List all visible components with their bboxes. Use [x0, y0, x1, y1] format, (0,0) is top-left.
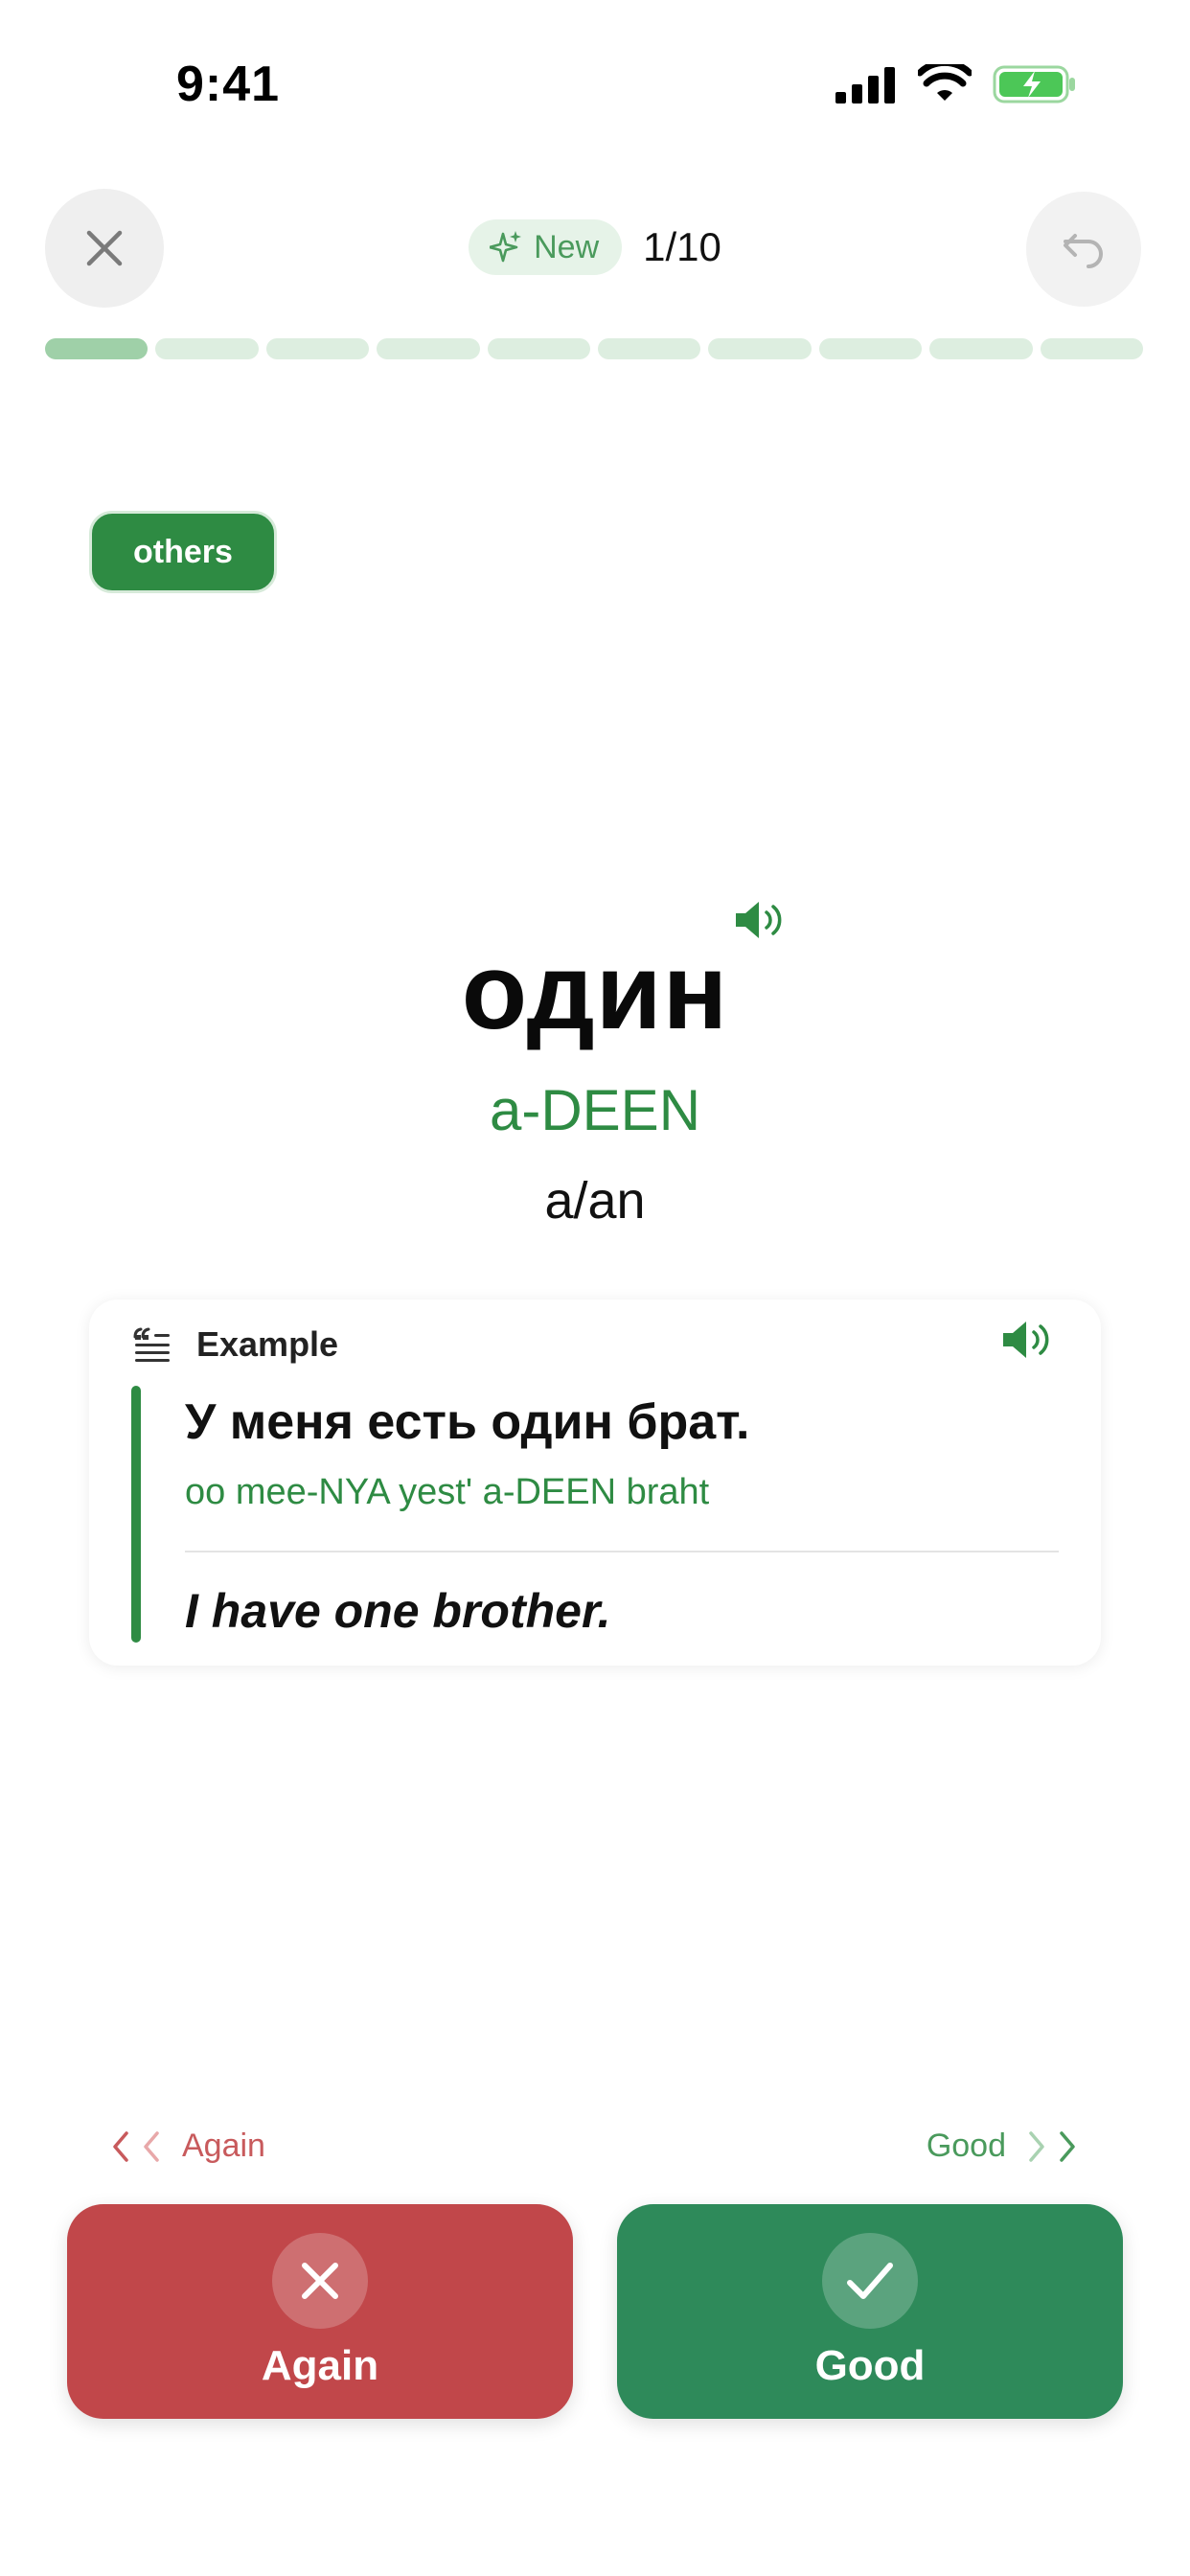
divider — [185, 1551, 1059, 1552]
x-icon — [302, 2263, 338, 2299]
undo-icon — [1064, 234, 1103, 268]
progress-segment — [265, 338, 370, 359]
double-chevron-left-icon — [113, 2130, 159, 2162]
swipe-right-label: Good — [926, 2128, 1006, 2164]
swipe-right-hint: Good — [927, 2128, 1081, 2165]
example-title: Example — [196, 1324, 339, 1364]
flashcard-screen: 9:41 New 1/10 others один a-DEEN a/an Ex… — [0, 0, 1190, 2576]
category-tag[interactable]: others — [89, 511, 277, 593]
progress-segment — [708, 338, 812, 359]
status-time: 9:41 — [176, 57, 281, 112]
sparkle-icon — [490, 231, 522, 263]
good-label: Good — [814, 2342, 926, 2389]
example-pronunciation: oo mee-NYA yest' a-DEEN braht — [185, 1472, 710, 1512]
quote-text-icon — [133, 1327, 170, 1362]
progress-segment — [487, 338, 591, 359]
checkmark-icon — [847, 2263, 893, 2299]
example-card: Example У меня есть один брат. oo mee-NY… — [89, 1300, 1101, 1666]
progress-segment — [1040, 338, 1144, 359]
card-pronunciation: a-DEEN — [489, 1078, 701, 1142]
example-audio-button[interactable] — [1001, 1319, 1055, 1366]
example-header: Example — [133, 1324, 338, 1365]
wifi-icon — [918, 64, 972, 101]
progress-segment — [929, 338, 1033, 359]
status-icons — [835, 63, 1077, 105]
example-sentence: У меня есть один брат. — [185, 1394, 750, 1450]
good-button[interactable]: Good — [617, 2204, 1123, 2419]
progress-segment — [598, 338, 701, 359]
card-word: один — [461, 932, 729, 1051]
status-bar: 9:41 — [0, 0, 1190, 172]
speaker-icon — [1003, 1322, 1049, 1358]
battery-charging-icon — [993, 65, 1075, 104]
progress-bar — [45, 338, 1144, 361]
progress-segment — [45, 338, 149, 359]
swipe-left-hint: Again — [107, 2128, 265, 2165]
undo-button[interactable] — [1026, 192, 1141, 307]
progress-segment — [377, 338, 480, 359]
new-badge: New — [469, 219, 623, 275]
progress-segment — [155, 338, 259, 359]
cellular-signal-icon — [835, 67, 895, 104]
again-icon-circle — [272, 2233, 368, 2329]
again-button[interactable]: Again — [67, 2204, 573, 2419]
again-label: Again — [261, 2342, 379, 2389]
progress-segment — [818, 338, 923, 359]
double-chevron-right-icon — [1029, 2130, 1075, 2162]
header-center: New 1/10 — [0, 219, 1190, 275]
example-translation: I have one brother. — [185, 1584, 611, 1638]
card-translation: a/an — [544, 1172, 646, 1230]
card-counter: 1/10 — [643, 224, 721, 269]
swipe-left-label: Again — [182, 2128, 265, 2164]
good-icon-circle — [822, 2233, 918, 2329]
example-accent-bar — [131, 1386, 141, 1643]
new-badge-label: New — [534, 228, 600, 265]
